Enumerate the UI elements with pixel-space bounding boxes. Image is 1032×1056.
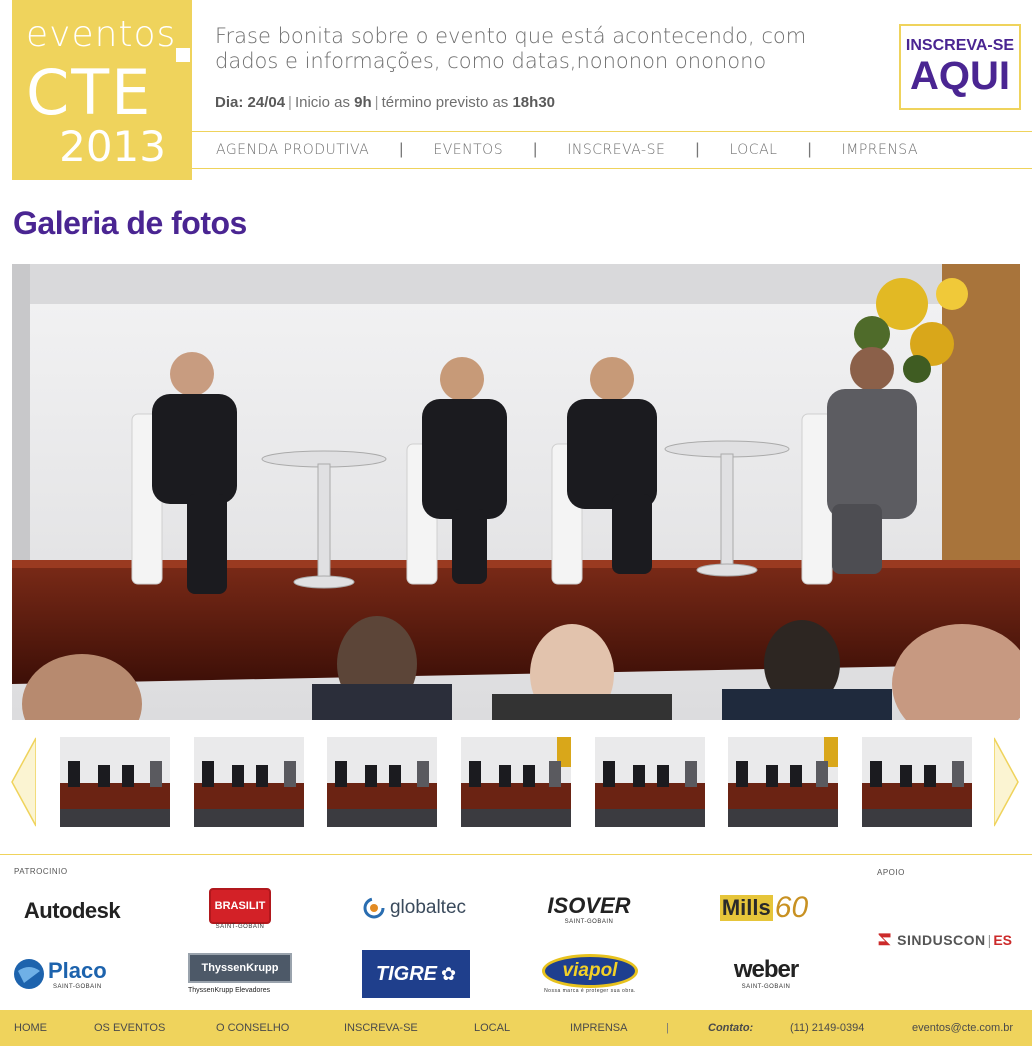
footer-link-inscreva-se[interactable]: INSCREVA-SE <box>344 1022 418 1034</box>
support-label: APOIO <box>877 868 905 877</box>
gallery-main-photo[interactable] <box>12 264 1020 720</box>
placo-globe-icon <box>14 959 44 989</box>
sponsor-weber-logo[interactable]: weber SAINT-GOBAIN <box>716 955 816 991</box>
page-title: Galeria de fotos <box>13 205 247 241</box>
support-sinduscon-logo[interactable]: SINDUSCON | ES <box>876 925 1012 955</box>
nav-local[interactable]: LOCAL <box>729 142 777 158</box>
event-schedule: Dia: 24/04 | Inicio as 9h | término previsto… <box>215 94 556 111</box>
carousel-prev-arrow-icon[interactable] <box>10 736 36 828</box>
thumbnail-4[interactable] <box>461 737 571 827</box>
event-date: Dia: 24/04 <box>215 94 286 111</box>
sponsor-tigre-logo[interactable]: TIGRE ✿ <box>362 950 470 998</box>
sponsor-mills-logo[interactable]: Mills 60 <box>712 888 816 928</box>
thumbnail-photo <box>461 737 571 827</box>
logo-eventos-text: eventos <box>26 14 177 55</box>
footer-link-o-conselho[interactable]: O CONSELHO <box>216 1022 289 1034</box>
nav-eventos[interactable]: EVENTOS <box>433 142 503 158</box>
site-logo[interactable]: eventos CTE 2013 <box>12 0 192 180</box>
logo-cte-text: CTE <box>26 56 153 129</box>
thumbnail-photo <box>595 737 705 827</box>
event-tagline: Frase bonita sobre o evento que está aco… <box>215 24 807 73</box>
footer-email-link[interactable]: eventos@cte.com.br <box>912 1022 1013 1034</box>
thumbnail-5[interactable] <box>595 737 705 827</box>
footer-contact-label: Contato: <box>708 1022 754 1034</box>
sponsor-brasilit-logo[interactable]: BRASILIT SAINT-GOBAIN <box>209 885 271 933</box>
sinduscon-s-icon <box>878 933 891 946</box>
start-text: Inicio as <box>294 94 350 111</box>
sponsor-autodesk-logo[interactable]: Autodesk <box>12 894 132 928</box>
footer-link-imprensa[interactable]: IMPRENSA <box>570 1022 627 1034</box>
thumbnail-photo <box>327 737 437 827</box>
thumbnail-6[interactable] <box>728 737 838 827</box>
site-footer: HOME OS EVENTOS O CONSELHO INSCREVA-SE L… <box>0 1010 1032 1046</box>
globaltec-swirl-icon <box>363 897 385 919</box>
logo-year-text: 2013 <box>59 122 166 171</box>
stage-panel-photo <box>12 264 1020 720</box>
main-nav: AGENDA PRODUTIVA | EVENTOS | INSCREVA-SE… <box>216 141 919 158</box>
sponsors-top-divider <box>0 854 1032 855</box>
thumbnail-photo <box>194 737 304 827</box>
register-label: INSCREVA-SE <box>905 37 1015 54</box>
footer-link-os-eventos[interactable]: OS EVENTOS <box>94 1022 165 1034</box>
sponsor-placo-logo[interactable]: Placo SAINT-GOBAIN <box>12 952 120 996</box>
nav-bottom-border <box>192 168 1032 169</box>
thumbnail-7[interactable] <box>862 737 972 827</box>
start-time: 9h <box>354 94 372 111</box>
thumbnail-2[interactable] <box>194 737 304 827</box>
nav-inscreva-se[interactable]: INSCREVA-SE <box>567 142 665 158</box>
footer-phone: (11) 2149-0394 <box>790 1022 865 1034</box>
thumbnail-photo <box>728 737 838 827</box>
thumbnail-1[interactable] <box>60 737 170 827</box>
carousel-next-arrow-icon[interactable] <box>994 736 1020 828</box>
sponsor-viapol-logo[interactable]: viapol Nossa marca é proteger sua obra. <box>540 950 640 998</box>
end-text: término previsto as <box>381 94 509 111</box>
footer-link-home[interactable]: HOME <box>14 1022 47 1034</box>
sponsor-isover-logo[interactable]: ISOVER SAINT-GOBAIN <box>546 891 632 927</box>
nav-imprensa[interactable]: IMPRENSA <box>842 142 918 158</box>
footer-link-local[interactable]: LOCAL <box>474 1022 510 1034</box>
sponsor-thyssenkrupp-logo[interactable]: ThyssenKrupp ThyssenKrupp Elevadores <box>188 950 292 996</box>
end-time: 18h30 <box>512 94 556 111</box>
thumbnail-photo <box>862 737 972 827</box>
register-now-button[interactable]: INSCREVA-SE AQUI <box>899 24 1021 110</box>
sponsors-label: PATROCINIO <box>14 867 68 876</box>
paw-icon: ✿ <box>441 963 457 984</box>
logo-square-mark <box>176 48 190 62</box>
register-here-label: AQUI <box>910 54 1010 98</box>
sponsor-globaltec-logo[interactable]: globaltec <box>358 894 470 922</box>
thumbnail-3[interactable] <box>327 737 437 827</box>
thumbnail-photo <box>60 737 170 827</box>
nav-agenda-produtiva[interactable]: AGENDA PRODUTIVA <box>216 142 369 158</box>
